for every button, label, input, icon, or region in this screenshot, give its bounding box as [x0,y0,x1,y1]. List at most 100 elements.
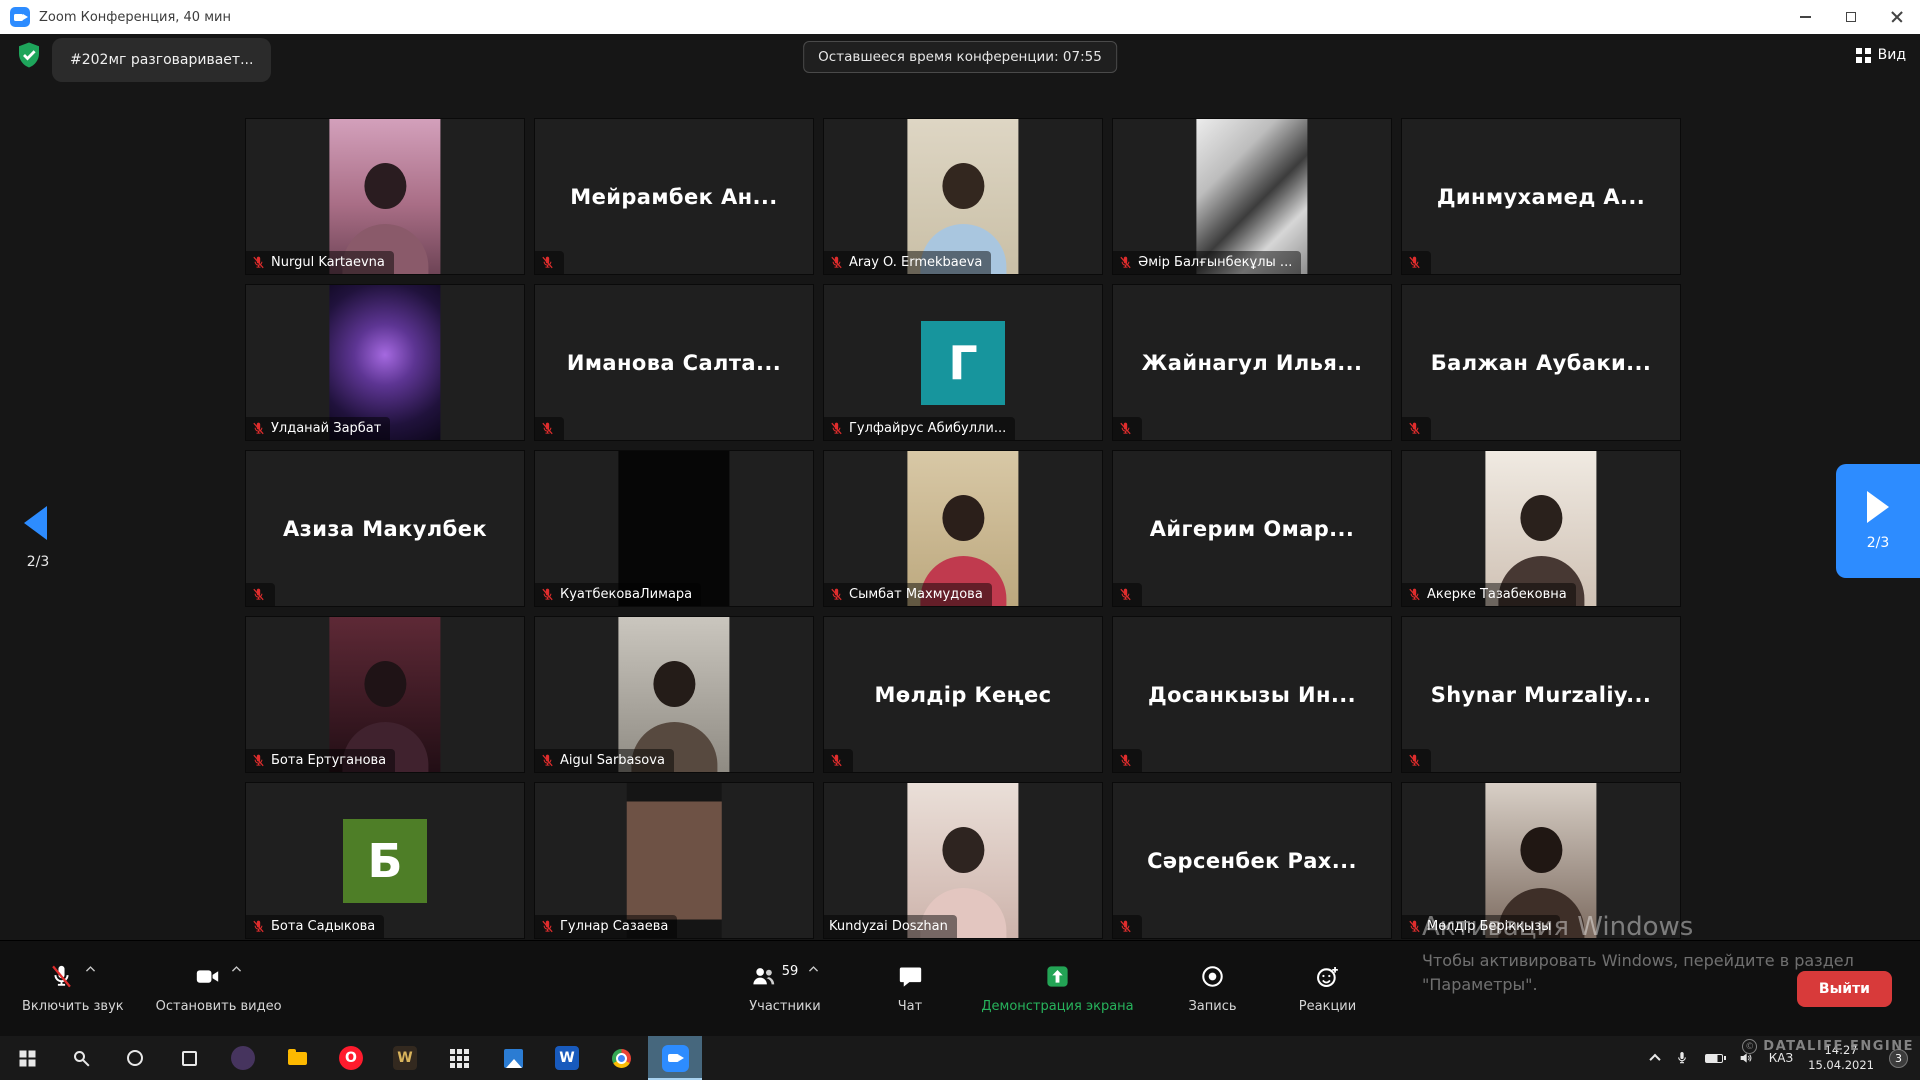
unmute-button[interactable]: Включить звук [6,941,140,1036]
muted-mic-icon [1118,587,1133,602]
zoom-app-button[interactable] [648,1036,702,1080]
record-button[interactable]: Запись [1155,941,1270,1036]
muted-mic-icon [1118,753,1133,768]
maximize-button[interactable] [1828,0,1874,34]
muted-mic-icon [829,421,844,436]
file-explorer-button[interactable] [270,1036,324,1080]
battery-icon[interactable] [1705,1054,1723,1063]
participant-tile[interactable]: Мөлдір Берікқызы [1401,782,1681,939]
muted-mic-icon [1407,255,1422,270]
participant-tile[interactable]: Жайнагул Илья... [1112,284,1392,441]
participants-button[interactable]: 59 Участники [710,941,860,1036]
keyboard-language-indicator[interactable]: КАЗ [1769,1051,1793,1065]
record-label: Запись [1188,999,1236,1014]
game-app-button[interactable]: W [378,1036,432,1080]
reactions-button[interactable]: Реакции [1270,941,1385,1036]
windows-logo-icon [19,1050,26,1057]
volume-icon[interactable] [1738,1050,1754,1066]
calculator-button[interactable] [432,1036,486,1080]
tray-mic-icon[interactable] [1674,1050,1690,1066]
muted-mic-icon [251,919,266,934]
participant-tile[interactable]: Балжан Аубаки... [1401,284,1681,441]
muted-mic-icon [829,753,844,768]
participant-tile[interactable]: Иманова Салта... [534,284,814,441]
chrome-button[interactable] [594,1036,648,1080]
taskbar-clock[interactable]: 14:27 15.04.2021 [1808,1043,1874,1073]
participant-label [1113,583,1142,606]
participant-tile[interactable]: Улданай Зарбат [245,284,525,441]
window-titlebar: Zoom Конференция, 40 мин [0,0,1920,34]
muted-mic-icon [829,255,844,270]
mic-options-caret-icon[interactable] [84,963,97,976]
participant-tile[interactable]: Бота Ертуганова [245,616,525,773]
participant-name: Гулнар Сазаева [560,919,668,934]
participant-tile[interactable]: Aigul Sarbasova [534,616,814,773]
participant-label: Мөлдір Берікқызы [1402,915,1560,938]
security-shield-icon[interactable] [14,40,44,70]
participant-tile[interactable]: Мөлдір Кеңес [823,616,1103,773]
participant-tile[interactable]: Kundyzai Doszhan [823,782,1103,939]
participant-label: Улданай Зарбат [246,417,390,440]
avatar-letter: Г [921,321,1005,405]
video-options-caret-icon[interactable] [230,963,243,976]
photos-icon [504,1049,523,1068]
word-button[interactable]: W [540,1036,594,1080]
participants-label: Участники [749,999,821,1014]
participant-tile[interactable]: Азиза Макулбек [245,450,525,607]
task-view-button[interactable] [162,1036,216,1080]
participants-caret-icon[interactable] [807,963,820,976]
start-button[interactable] [0,1036,54,1080]
participants-count: 59 [782,964,799,979]
previous-page-arrow[interactable] [24,506,47,540]
close-button[interactable] [1874,0,1920,34]
participant-name: Бота Ертуганова [271,753,386,768]
minimize-button[interactable] [1782,0,1828,34]
page-indicator-left: 2/3 [18,554,58,570]
view-label: Вид [1878,47,1906,63]
participant-tile[interactable]: Мейрамбек Ан... [534,118,814,275]
windows-taskbar: OWW КАЗ 14:27 15.04.2021 3 [0,1036,1920,1080]
participant-tile[interactable]: Айгерим Омар... [1112,450,1392,607]
participant-tile[interactable]: Динмухамед А... [1401,118,1681,275]
participant-tile[interactable]: КуатбековаЛимара [534,450,814,607]
participant-tile[interactable]: Shynar Murzaliy... [1401,616,1681,773]
cortana-button[interactable] [108,1036,162,1080]
view-button[interactable]: Вид [1856,47,1906,63]
participant-tile[interactable]: Сәрсенбек Рах... [1112,782,1392,939]
participant-tile[interactable]: Г Гулфайрус Абибулли... [823,284,1103,441]
participant-tile[interactable]: Акерке Тазабековна [1401,450,1681,607]
tray-expand-caret-icon[interactable] [1649,1054,1660,1065]
notification-badge[interactable]: 3 [1889,1049,1908,1068]
participant-tile[interactable]: Гулнар Сазаева [534,782,814,939]
share-screen-button[interactable]: Демонстрация экрана [960,941,1155,1036]
participant-label [535,417,564,440]
participant-tile[interactable]: Nurgul Kartaevna [245,118,525,275]
next-page-button[interactable]: 2/3 [1836,464,1920,578]
participant-tile[interactable]: ББота Садыкова [245,782,525,939]
chat-button[interactable]: Чат [860,941,960,1036]
stop-video-button[interactable]: Остановить видео [140,941,298,1036]
next-page-arrow-icon [1867,491,1889,523]
muted-mic-icon [1407,421,1422,436]
zoom-meeting-window: #202мг разговаривает... Оставшееся время… [0,34,1920,1036]
app-dark-circle-button[interactable] [216,1036,270,1080]
participant-tile[interactable]: Сымбат Махмудова [823,450,1103,607]
opera-button[interactable]: O [324,1036,378,1080]
active-speaker-label[interactable]: #202мг разговаривает... [52,38,271,82]
search-button[interactable] [54,1036,108,1080]
chrome-icon [612,1049,631,1068]
participant-label: Гулфайрус Абибулли... [824,417,1015,440]
participant-label: Бота Ертуганова [246,749,395,772]
leave-button[interactable]: Выйти [1797,971,1892,1007]
person-head [364,163,406,209]
participant-label: Бота Садыкова [246,915,384,938]
word-button-icon: W [555,1046,579,1070]
participant-label: Aigul Sarbasova [535,749,674,772]
participant-tile[interactable]: Aray O. Ermekbaeva [823,118,1103,275]
participant-name: Сымбат Махмудова [849,587,983,602]
participant-tile[interactable]: Әмір Балғынбекұлы ... [1112,118,1392,275]
person-head [942,827,984,873]
participant-tile[interactable]: Досанкызы Ин... [1112,616,1392,773]
participant-name: Әмір Балғынбекұлы ... [1138,255,1292,270]
photos-app-button[interactable] [486,1036,540,1080]
